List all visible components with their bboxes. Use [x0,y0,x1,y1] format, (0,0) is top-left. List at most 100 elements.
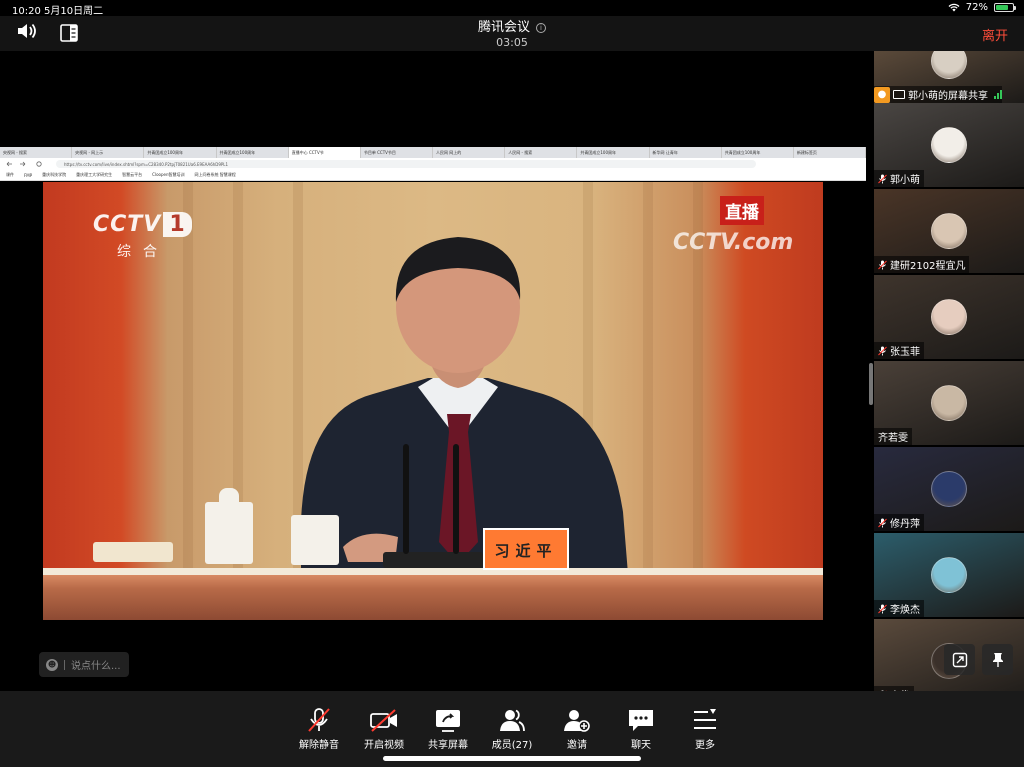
teacup [291,515,339,565]
home-indicator[interactable] [383,756,641,761]
participant-name: 张玉菲 [890,347,920,358]
browser-bookmark: 重庆理工大学研究生 [76,172,113,177]
browser-bookmark: FMP [24,172,33,178]
browser-tab: 共青团成立100周年 [722,147,794,158]
participant-name: 李焕杰 [890,605,920,616]
mic-muted-button[interactable]: 解除静音 [289,707,349,751]
browser-bookmark: 智慧云平台 [122,172,143,177]
microphone [453,444,459,554]
participant-tile[interactable]: 齐若雯 [874,361,1024,445]
toolbar-label: 聊天 [631,740,651,751]
browser-tab: 央视网 - 网上示 [72,147,145,158]
status-right: 72% [948,2,1016,13]
camera-off-icon [369,707,399,733]
toolbar-label: 更多 [695,740,715,751]
camera-off-button[interactable]: 开启视频 [354,707,414,751]
invite-button[interactable]: 邀请 [547,707,607,751]
members-button[interactable]: 成员(27) [482,707,542,751]
participant-avatar [931,385,967,421]
leave-button[interactable]: 离开 [982,25,1008,44]
browser-tab: 共青团成立100周年 [217,147,289,158]
browser-tab: 共青团成立100周年 [577,147,650,158]
participant-avatar [931,557,967,593]
participant-tile[interactable]: 建研2102程宜凡 [874,189,1024,273]
browser-nav-icons [6,161,42,167]
browser-tab-strip: 央视网 - 搜索 央视网 - 网上示 共青团成立100周年 共青团成立100周年 直播中… [0,147,867,158]
emoji-icon[interactable]: ☻ [46,658,58,671]
browser-tab: 人民网 - 搜索 [505,147,578,158]
cctv-logo-number: 1 [163,212,192,237]
microphone-base [383,552,483,568]
meeting-top-bar: 腾讯会议 i 03:05 离开 [0,16,1024,51]
browser-bookmark: 课件 [6,172,14,177]
battery-icon [994,3,1016,12]
mic-muted-icon [878,260,887,270]
chat-quick-input[interactable]: ☻ 说点什么... [39,652,129,677]
participant-name-bar: 郭小萌 [874,170,924,187]
live-badge: 直播 [720,196,764,225]
share-screen-icon [433,707,463,733]
members-icon [497,707,527,733]
participant-tile[interactable]: 李焕杰 [874,533,1024,617]
browser-tab: 人民网 网上的 [433,147,506,158]
mic-muted-icon [878,174,887,184]
browser-bookmark: 网上问卷系统 智慧课程 [194,172,236,177]
browser-url-bar: https://tv.cctv.com/live/index.shtml?spm… [0,158,866,170]
participant-name-bar: 张玉菲 [874,342,924,359]
expand-icon[interactable] [944,644,975,675]
mic-muted-icon [878,604,887,614]
battery-percent: 72% [965,2,988,13]
share-screen-button[interactable]: 共享屏幕 [418,707,478,751]
participant-avatar [931,299,967,335]
browser-tab: 新建标签页 [794,147,867,158]
chat-icon [626,707,656,733]
desk-front [43,575,823,620]
toolbar-label: 共享屏幕 [428,740,468,751]
cctv-channel-name: 综合 [117,244,169,260]
browser-tab: 节目单 CCTV节目 [361,147,434,158]
participant-tile[interactable]: 修丹萍 [874,447,1024,531]
pin-icon[interactable] [982,644,1013,675]
microphone [403,444,409,554]
speaker-nameplate: 习近平 [483,528,569,570]
invite-icon [562,707,592,733]
meeting-title-area: 腾讯会议 i 03:05 [0,16,1024,49]
participant-name-bar: 建研2102程宜凡 [874,256,970,273]
cctv-watermark: CCTV.com [673,230,794,255]
browser-tab: 新华网 让青年 [650,147,722,158]
mic-muted-icon [878,346,887,356]
cctv-broadcast: 习近平 CCTV 1 综合 直播 CCTV.com [43,182,823,620]
toolbar-label: 解除静音 [299,740,339,751]
teacup [205,502,253,564]
browser-tab: 直播中心 CCTV节 [288,147,361,158]
participant-tile[interactable]: 郭小萌 [874,103,1024,187]
browser-url-field: https://tv.cctv.com/live/index.shtml?spm… [56,160,756,168]
participant-name-bar: 李焕杰 [874,600,924,617]
info-icon[interactable]: i [536,23,546,33]
browser-bookmark: Cloopen智慧培训 [152,172,185,177]
participant-name: 齐若雯 [878,433,908,444]
toolbar-label: 邀请 [567,740,587,751]
signal-strength-icon [994,90,1002,99]
meeting-timer: 03:05 [496,36,528,49]
shared-screen: 央视网 - 搜索 央视网 - 网上示 共青团成立100周年 共青团成立100周年 直播中… [0,147,867,670]
battery-fill [996,5,1008,10]
participant-tile[interactable]: 张玉菲 [874,275,1024,359]
browser-bookmark: 重庆科技学院 [42,172,67,177]
browser-tab: 央视网 - 搜索 [0,147,73,158]
participant-panel: ●郭小萌的屏幕共享郭小萌建研2102程宜凡张玉菲齐若雯修丹萍李焕杰高俊 [873,51,1024,691]
chat-button[interactable]: 聊天 [611,707,671,751]
participant-name: 建研2102程宜凡 [890,261,966,272]
mic-muted-icon [304,707,334,733]
participant-tile[interactable]: ● 郭小萌的屏幕共享 [874,51,1024,103]
participant-name: 郭小萌的屏幕共享 [908,91,988,102]
teacup-lid [219,488,239,504]
screen-share-icon [893,90,905,99]
more-button[interactable]: 更多 [675,707,735,751]
toolbar-label: 成员(27) [491,740,533,751]
participant-avatar [931,213,967,249]
status-bar: 10:20 5月10日周二 72% [0,0,1024,17]
cctv-logo-text: CCTV [93,212,162,237]
wifi-icon [948,3,960,12]
participant-name-bar: 修丹萍 [874,514,924,531]
